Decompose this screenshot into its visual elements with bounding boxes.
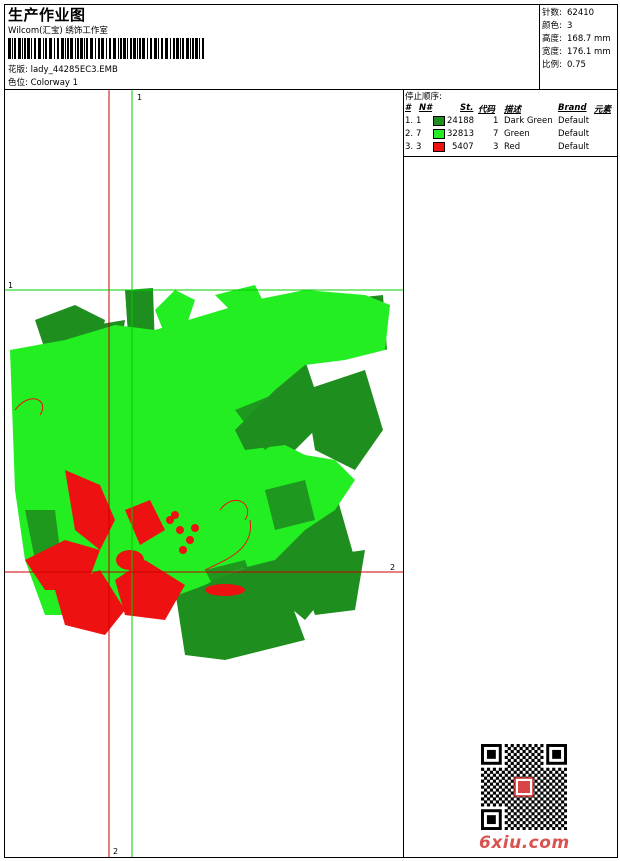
colorway-value: Colorway 1: [30, 78, 79, 88]
stat-height: 高度: 168.7 mm: [542, 34, 611, 44]
production-sheet: 生产作业图 Wilcom(汇宝) 绣饰工作室 花版: lady_44285EC3…: [4, 4, 618, 858]
colorway-info: 色位: Colorway 1: [8, 76, 78, 88]
color-swatch-green: [433, 129, 445, 139]
guide-label-v-red: 2: [113, 847, 118, 856]
col-element-header: 元素: [594, 105, 612, 115]
stop-sequence-panel: 停止顺序: # N# St. 代码 描述 Brand 元素 1. 1 24188…: [403, 90, 618, 857]
stop-sequence-table: 停止顺序: # N# St. 代码 描述 Brand 元素 1. 1 24188…: [404, 90, 618, 157]
guide-label-h-green: 1: [8, 281, 13, 290]
design-file: lady_44285EC3.EMB: [30, 65, 118, 75]
stats-panel: 针数: 62410 颜色: 3 高度: 168.7 mm 宽度: 176.1 mm 比例…: [539, 5, 618, 89]
design-preview-area: 1 1 2 2: [5, 90, 403, 857]
guide-label-v-green: 1: [137, 93, 142, 102]
embroidery-preview: 1 1 2 2: [5, 90, 403, 857]
stop-sequence-title: 停止顺序:: [405, 92, 442, 102]
color-swatch-red: [433, 142, 445, 152]
watermark-logo: 6xiu.com: [479, 833, 570, 853]
table-row: 2. 7 32813 7 Green Default: [405, 129, 590, 139]
stat-width: 宽度: 176.1 mm: [542, 47, 611, 57]
col-n-header: N#: [419, 103, 433, 113]
qr-code: [481, 744, 567, 830]
guide-label-h-red: 2: [390, 563, 395, 572]
design-label: 花版:: [8, 65, 28, 75]
barcode: [8, 38, 204, 59]
stat-scale: 比例: 0.75: [542, 60, 586, 70]
color-swatch-dark-green: [433, 116, 445, 126]
header-panel: 生产作业图 Wilcom(汇宝) 绣饰工作室 花版: lady_44285EC3…: [5, 5, 617, 90]
stat-stitches: 针数: 62410: [542, 8, 595, 18]
col-desc-header: 描述: [504, 105, 522, 115]
table-row: 1. 1 24188 1 Dark Green Default: [405, 116, 590, 126]
col-num-header: #: [405, 103, 411, 113]
stat-colors: 颜色: 3: [542, 21, 573, 31]
col-code-header: 代码: [478, 105, 496, 115]
company-name: Wilcom(汇宝) 绣饰工作室: [8, 26, 108, 36]
col-stitches-header: St.: [460, 103, 474, 113]
page-title: 生产作业图: [8, 6, 86, 24]
table-row: 3. 3 5407 3 Red Default: [405, 142, 590, 152]
design-info: 花版: lady_44285EC3.EMB: [8, 63, 118, 75]
colorway-label: 色位:: [8, 78, 28, 88]
col-brand-header: Brand: [558, 103, 587, 113]
